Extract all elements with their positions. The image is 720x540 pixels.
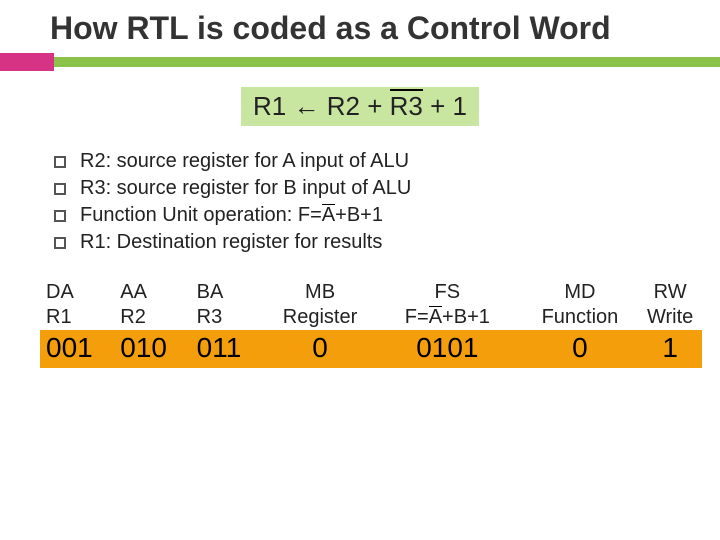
- b3-post: +B+1: [335, 204, 383, 226]
- hdr-da: DA: [40, 280, 114, 305]
- sub-ba: R3: [191, 305, 267, 330]
- eq-arrow: ←: [293, 91, 319, 121]
- eq-r3-not: R3: [390, 91, 423, 122]
- hdr-fs: FS: [373, 280, 522, 305]
- bullet-icon: [54, 183, 66, 195]
- b3-pre: Function Unit operation: F=: [80, 204, 322, 226]
- bullet-text: R3: source register for B input of ALU: [80, 177, 411, 200]
- sub-md: Function: [522, 305, 639, 330]
- hdr-mb: MB: [267, 280, 373, 305]
- accent-green: [54, 57, 720, 67]
- code-da: 001: [40, 330, 114, 368]
- rtl-equation: R1 ← R2 + R3 + 1: [241, 87, 479, 126]
- code-rw: 1: [638, 330, 702, 368]
- bullet-icon: [54, 156, 66, 168]
- slide-title: How RTL is coded as a Control Word: [50, 10, 680, 47]
- hdr-ba: BA: [191, 280, 267, 305]
- fs-post: +B+1: [442, 306, 490, 328]
- list-item: R2: source register for A input of ALU: [54, 150, 720, 173]
- sub-aa: R2: [114, 305, 190, 330]
- accent-bar: [0, 53, 720, 71]
- hdr-aa: AA: [114, 280, 190, 305]
- bullet-icon: [54, 237, 66, 249]
- code-md: 0: [522, 330, 639, 368]
- bullet-icon: [54, 210, 66, 222]
- bullet-list: R2: source register for A input of ALU R…: [54, 150, 720, 254]
- eq-r2: R2: [327, 91, 360, 121]
- sub-da: R1: [40, 305, 114, 330]
- list-item: R3: source register for B input of ALU: [54, 177, 720, 200]
- accent-pink: [0, 53, 54, 71]
- hdr-md: MD: [522, 280, 639, 305]
- control-word-table: DA AA BA MB FS MD RW R1 R2 R3 Register F…: [40, 280, 702, 368]
- table-sub-row: R1 R2 R3 Register F=A+B+1 Function Write: [40, 305, 702, 330]
- eq-plus1: +: [367, 91, 382, 121]
- code-ba: 011: [191, 330, 267, 368]
- eq-plus2: +: [430, 91, 445, 121]
- list-item: R1: Destination register for results: [54, 231, 720, 254]
- code-aa: 010: [114, 330, 190, 368]
- sub-fs: F=A+B+1: [373, 305, 522, 330]
- bullet-text: Function Unit operation: F=A+B+1: [80, 204, 383, 227]
- b3-a-not: A: [322, 204, 335, 227]
- hdr-rw: RW: [638, 280, 702, 305]
- bullet-text: R2: source register for A input of ALU: [80, 150, 409, 173]
- table-header-row: DA AA BA MB FS MD RW: [40, 280, 702, 305]
- code-fs: 0101: [373, 330, 522, 368]
- eq-lhs: R1: [253, 91, 286, 121]
- fs-pre: F=: [405, 306, 429, 328]
- sub-mb: Register: [267, 305, 373, 330]
- eq-one: 1: [453, 91, 467, 121]
- code-mb: 0: [267, 330, 373, 368]
- table-code-row: 001 010 011 0 0101 0 1: [40, 330, 702, 368]
- bullet-text: R1: Destination register for results: [80, 231, 382, 254]
- list-item: Function Unit operation: F=A+B+1: [54, 204, 720, 227]
- fs-a-not: A: [429, 306, 442, 329]
- sub-rw: Write: [638, 305, 702, 330]
